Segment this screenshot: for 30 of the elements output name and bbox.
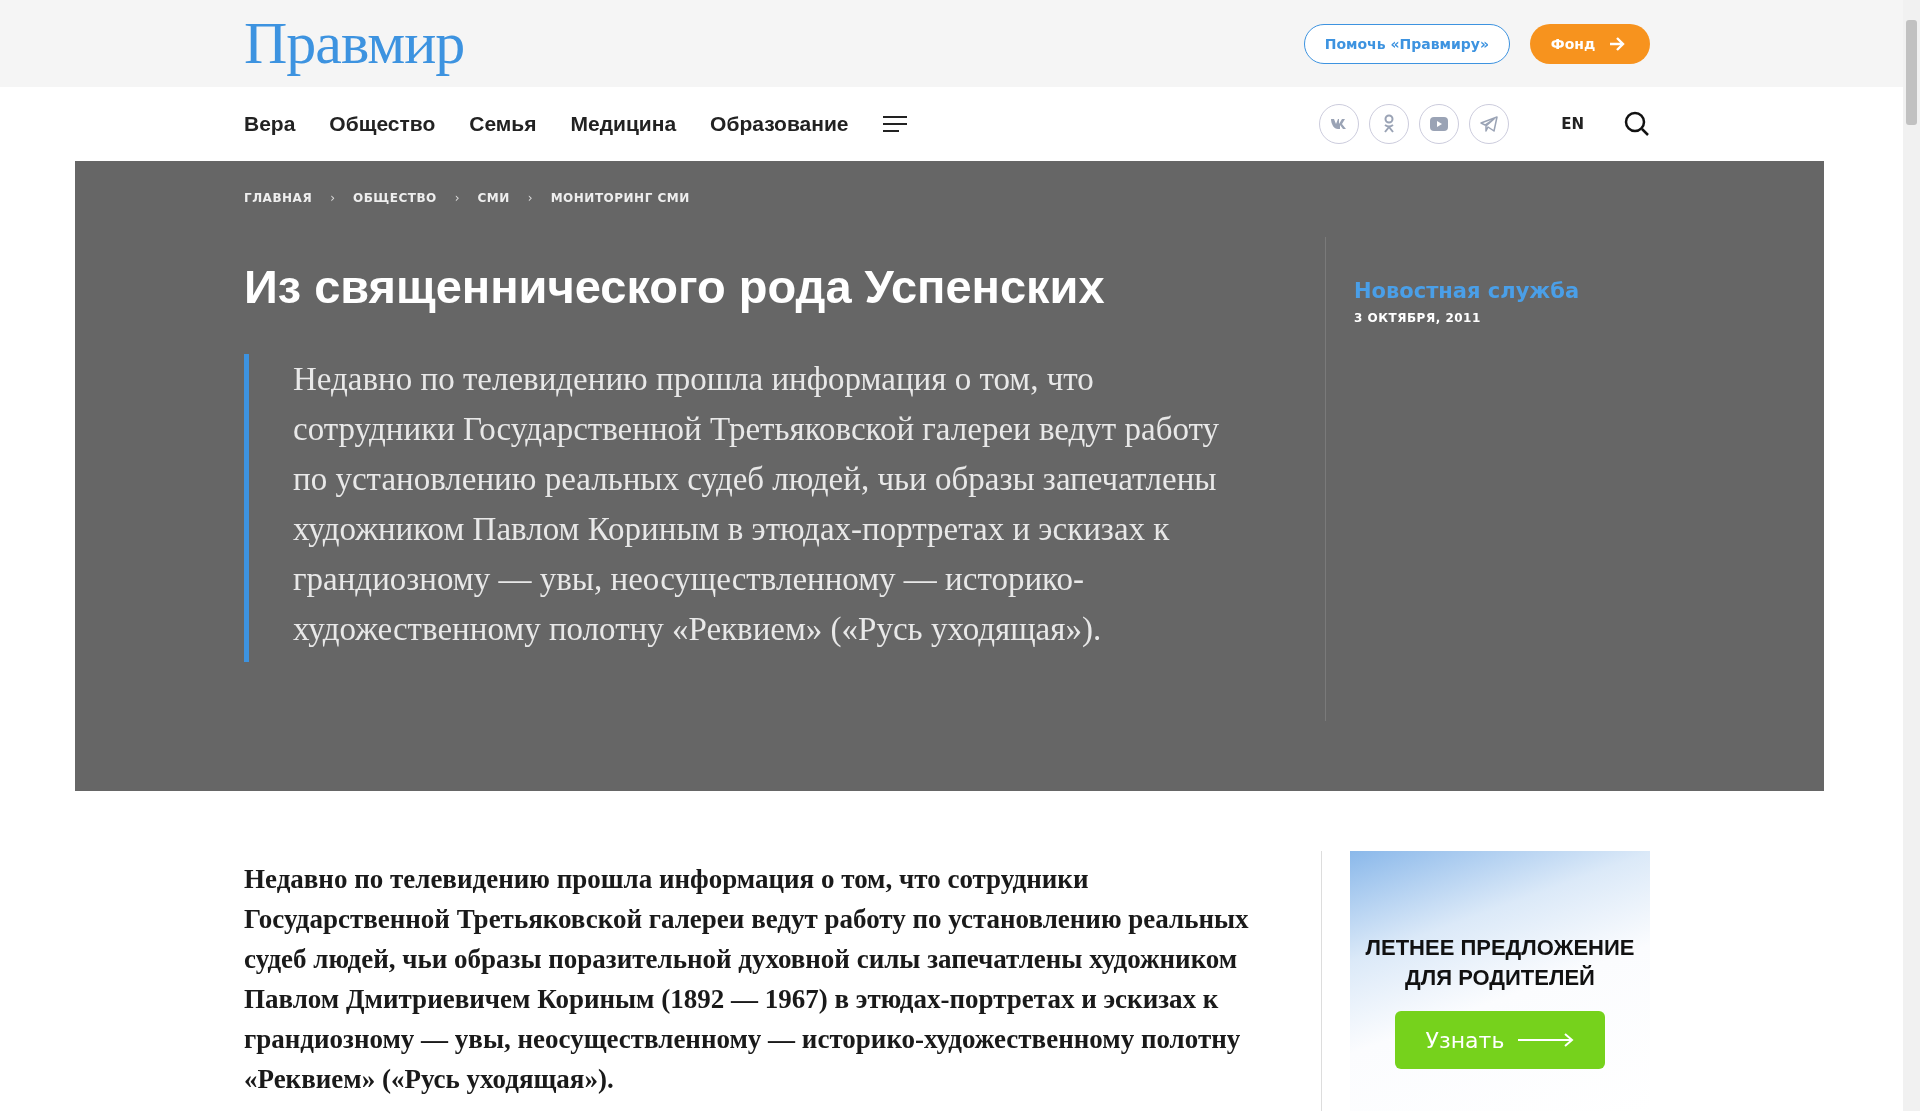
play-icon (1430, 117, 1449, 132)
nav-link[interactable]: Вера (244, 112, 296, 137)
nav-link[interactable]: Медицина (570, 112, 677, 137)
article-title: Из священнического рода Успенских (244, 259, 1106, 314)
breadcrumb-separator: › (454, 191, 460, 205)
donate-button[interactable]: Помочь «Правмиру» (1303, 23, 1510, 64)
article-lead: Недавно по телевидению прошла информация о том, что сотрудники Государственной Третьяковской галереи ведут работу по установлению реальных судеб людей, чьи образы запечатлены художником Павлом Кориным в этюдах-портретах и эскизах к грандиозному — увы, неосуществленному — историко-художественному полотну «Реквием» («Русь уходящая»). (244, 354, 1244, 662)
breadcrumb-separator: › (527, 191, 533, 205)
breadcrumb-link[interactable]: ОБЩЕСТВО (352, 191, 437, 205)
arrow-right-icon (1609, 36, 1626, 51)
search-icon[interactable] (1624, 111, 1650, 138)
paper-plane-icon (1480, 116, 1499, 133)
scrollbar[interactable] (1903, 0, 1920, 1111)
nav-link[interactable]: Общество (329, 112, 436, 137)
menu-icon[interactable] (882, 115, 907, 134)
site-logo[interactable]: Правмир (244, 9, 465, 79)
breadcrumb-link[interactable]: ГЛАВНАЯ (244, 191, 313, 205)
breadcrumb-link[interactable]: СМИ (477, 191, 510, 205)
scrollbar-thumb[interactable] (1906, 20, 1917, 125)
language-link[interactable]: EN (1561, 115, 1584, 134)
person-icon (1383, 114, 1396, 135)
article-paragraph: Недавно по телевидению прошла информация о том, что сотрудники Государственной Третьяковской галереи ведут работу по установлению реальных судеб людей, чьи образы поразительной духовной силы запечатлены художником Павлом Дмитриевичем Кориным (1892 — 1967) в этюдах-портретах и эскизах к грандиозному — увы, неосуществленному — историко-художественному полотну «Реквием» («Русь уходящая»). (244, 863, 1250, 1096)
breadcrumb-link[interactable]: МОНИТОРИНГ СМИ (550, 191, 690, 205)
article-date: 3 ОКТЯБРЯ, 2011 (1354, 311, 1482, 325)
ad-title: ЛЕТНЕЕ ПРЕДЛОЖЕНИЕ ДЛЯ РОДИТЕЛЕЙ (1364, 934, 1636, 992)
nav-link[interactable]: Образование (710, 112, 849, 137)
breadcrumb-separator: › (330, 191, 335, 205)
nav-link[interactable]: Семья (469, 112, 537, 137)
long-arrow-icon (1518, 1033, 1575, 1047)
vk-icon (1330, 118, 1349, 131)
